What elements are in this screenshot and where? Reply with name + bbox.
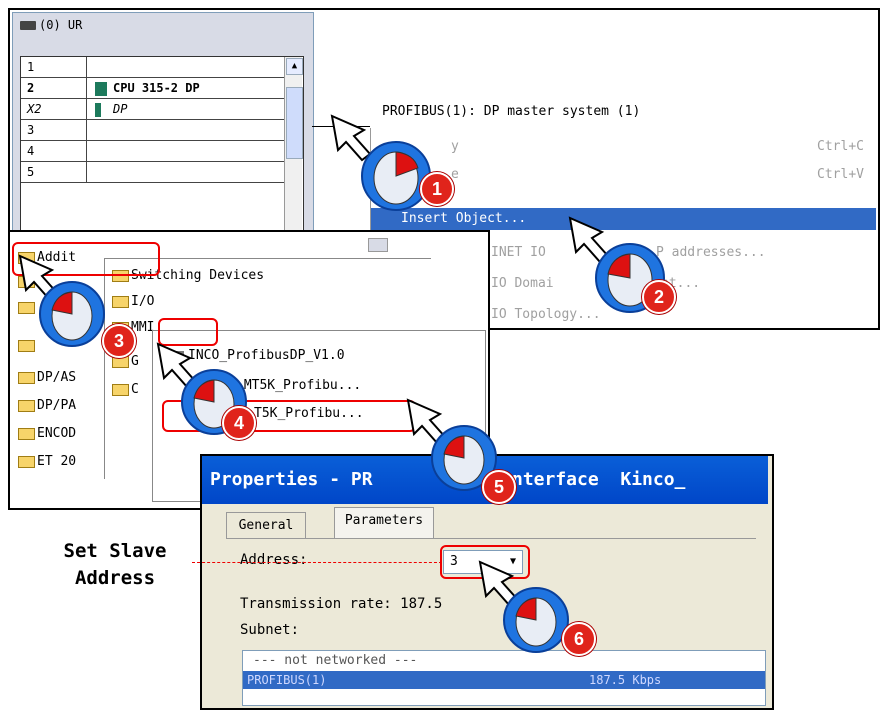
rack-scrollbar[interactable]: ▲: [284, 57, 303, 230]
properties-title-right: nterface Kinco_: [512, 469, 686, 490]
step-badge-3: 3: [102, 324, 136, 358]
step-badge-4: 4: [222, 406, 256, 440]
folder-et200[interactable]: ET 20: [18, 452, 76, 472]
slot-row[interactable]: 1: [21, 57, 285, 78]
catalog-scroll-up[interactable]: [368, 238, 388, 252]
slot-number: 3: [21, 120, 87, 140]
folder-encoder[interactable]: ENCOD: [18, 424, 76, 444]
slot-number: 5: [21, 162, 87, 182]
slot-module: CPU 315-2 DP: [113, 81, 200, 95]
step-badge-6: 6: [562, 622, 596, 656]
folder-icon: [112, 383, 129, 396]
transmission-rate-label: Transmission rate: 187.5: [240, 596, 443, 612]
folder-c[interactable]: C: [112, 380, 139, 400]
rack-title: (0) UR: [20, 18, 82, 32]
slot-module: DP: [113, 102, 128, 116]
red-dotted-guide: [192, 562, 442, 563]
subnet-item-profibus[interactable]: PROFIBUS(1) 187.5 Kbps: [243, 671, 765, 689]
set-slave-address-note: Set Slave Address: [63, 540, 167, 589]
slot-row[interactable]: X2 DP: [21, 99, 285, 120]
tab-divider: [226, 538, 756, 539]
slot-row[interactable]: 3: [21, 120, 285, 141]
slot-number: 1: [21, 57, 87, 77]
slot-row[interactable]: 5: [21, 162, 285, 183]
folder-dp-as[interactable]: DP/AS: [18, 368, 76, 388]
step-badge-5: 5: [482, 470, 516, 504]
rack-slot-table: 1 2 CPU 315-2 DP X2 DP 3 4 5: [20, 56, 304, 233]
slot-module: [87, 57, 285, 77]
tab-general[interactable]: General: [226, 512, 306, 539]
slot-number: 2: [21, 78, 87, 98]
address-label: Address:: [240, 552, 308, 568]
slot-module: [87, 162, 285, 182]
folder-icon: [18, 427, 35, 440]
subnet-item-not-networked[interactable]: --- not networked ---: [253, 653, 417, 668]
step-badge-2: 2: [642, 280, 676, 314]
slot-number: X2: [21, 99, 87, 119]
folder-dp-pa[interactable]: DP/PA: [18, 396, 76, 416]
folder-icon: [18, 371, 35, 384]
slot-module: [87, 120, 285, 140]
scroll-up-icon[interactable]: ▲: [286, 58, 303, 75]
rack-icon: [20, 21, 36, 30]
cpu-module-icon: [95, 81, 107, 96]
scroll-thumb[interactable]: [286, 87, 303, 159]
dp-interface-icon: [95, 102, 101, 117]
mouse-click-icon: [156, 342, 247, 435]
slot-number: 4: [21, 141, 87, 161]
subnet-label: Subnet:: [240, 622, 300, 638]
menu-item-copy[interactable]: y Ctrl+C: [371, 136, 876, 158]
tab-parameters[interactable]: Parameters: [334, 507, 434, 539]
folder-icon: [18, 399, 35, 412]
properties-title-left: Properties - PR: [210, 469, 373, 490]
folder-icon: [18, 455, 35, 468]
slot-row[interactable]: 4: [21, 141, 285, 162]
slot-module: [87, 141, 285, 161]
slot-row[interactable]: 2 CPU 315-2 DP: [21, 78, 285, 99]
step-badge-1: 1: [420, 172, 454, 206]
